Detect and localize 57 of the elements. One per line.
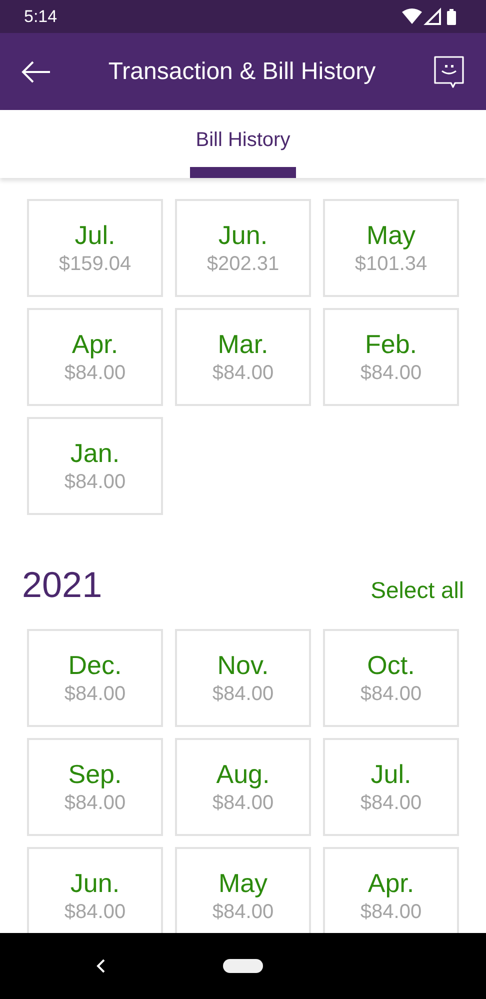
bill-amount: $84.00	[64, 682, 126, 707]
bill-month: Dec.	[68, 649, 122, 681]
bill-amount: $84.00	[64, 470, 126, 495]
bill-card[interactable]: Feb. $84.00	[323, 308, 459, 406]
tab[interactable]: Bill History	[190, 110, 296, 178]
bill-amount: $202.31	[206, 252, 280, 277]
bill-amount: $84.00	[64, 361, 126, 386]
bill-card[interactable]: Dec. $84.00	[27, 629, 163, 727]
bill-month: Jan.	[70, 437, 120, 469]
bill-month: Oct.	[367, 649, 415, 681]
bill-amount: $101.34	[354, 252, 428, 277]
bill-card[interactable]: May $101.34	[323, 199, 459, 297]
header-title: Transaction & Bill History	[108, 56, 376, 86]
bill-card[interactable]: Jul. $159.04	[27, 199, 163, 297]
bill-amount: $84.00	[360, 791, 422, 816]
bill-card[interactable]: Aug. $84.00	[175, 738, 311, 836]
bill-card[interactable]: Jan. $84.00	[27, 417, 163, 515]
bill-amount: $159.04	[58, 252, 132, 277]
status-time: 5:14	[24, 6, 58, 28]
bill-card[interactable]: Jun. $202.31	[175, 199, 311, 297]
bill-amount: $84.00	[212, 361, 274, 386]
bill-month: Jun.	[70, 867, 120, 899]
bill-month: Apr.	[72, 328, 118, 360]
bill-amount: $84.00	[212, 682, 274, 707]
chat-icon[interactable]	[432, 54, 466, 88]
bill-amount: $84.00	[360, 682, 422, 707]
bill-card[interactable]: Mar. $84.00	[175, 308, 311, 406]
bill-month: May	[366, 219, 416, 251]
bill-month: Aug.	[216, 758, 270, 790]
select-all-link[interactable]: Select all	[370, 575, 464, 605]
back-icon[interactable]	[95, 958, 107, 974]
bill-month: Jul.	[74, 219, 116, 251]
bill-amount: $84.00	[64, 900, 126, 925]
bill-month: Nov.	[217, 649, 269, 681]
bill-card[interactable]: Sep. $84.00	[27, 738, 163, 836]
bill-amount: $84.00	[64, 791, 126, 816]
bill-month: Jun.	[218, 219, 268, 251]
bill-month: Mar.	[218, 328, 268, 360]
bill-card[interactable]: Jul. $84.00	[323, 738, 459, 836]
bill-card[interactable]: Oct. $84.00	[323, 629, 459, 727]
bill-amount: $84.00	[212, 900, 274, 925]
back-icon[interactable]	[20, 60, 52, 84]
bill-month: Sep.	[68, 758, 122, 790]
home-handle[interactable]	[223, 959, 263, 973]
bill-amount: $84.00	[360, 361, 422, 386]
bill-card[interactable]: Jun. $84.00	[27, 847, 163, 933]
bill-month: Feb.	[364, 328, 418, 360]
bill-month: May	[218, 867, 268, 899]
bill-card[interactable]: Apr. $84.00	[323, 847, 459, 933]
bill-card[interactable]: Apr. $84.00	[27, 308, 163, 406]
bill-card[interactable]: Nov. $84.00	[175, 629, 311, 727]
bill-amount: $84.00	[212, 791, 274, 816]
bill-amount: $84.00	[360, 900, 422, 925]
bill-month: Jul.	[370, 758, 412, 790]
year-heading: 2021	[22, 565, 102, 605]
bill-card[interactable]: May $84.00	[175, 847, 311, 933]
bill-month: Apr.	[368, 867, 414, 899]
